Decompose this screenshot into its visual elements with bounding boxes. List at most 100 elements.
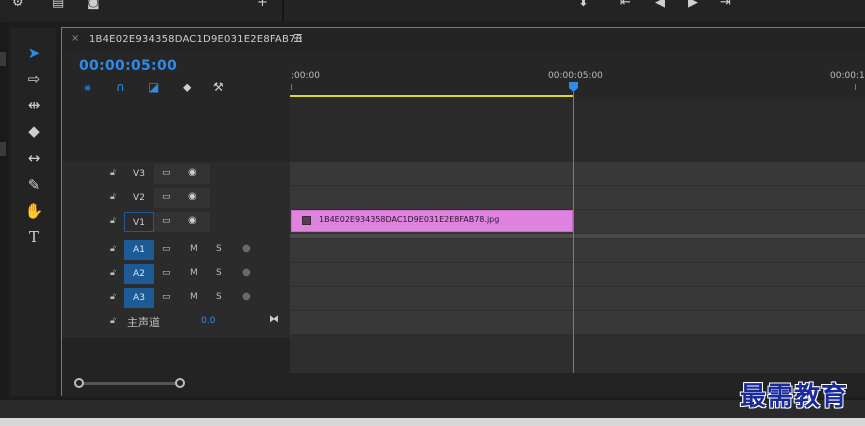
track-lane-a3[interactable] bbox=[290, 287, 865, 310]
master-volume-value[interactable]: 0.0 bbox=[201, 316, 215, 326]
linked-selection-icon[interactable]: ◪ bbox=[148, 80, 159, 94]
ruler-empty-area bbox=[290, 97, 865, 162]
add-marker-icon[interactable]: ⬥ bbox=[183, 80, 191, 95]
mute-button[interactable]: M bbox=[190, 268, 198, 278]
solo-button[interactable]: S bbox=[216, 292, 222, 302]
track-header-v3: 🔓︎ V3 ▭ ◉ bbox=[62, 162, 290, 186]
pen-tool-icon[interactable]: ✎ bbox=[22, 174, 46, 196]
solo-button[interactable]: S bbox=[216, 268, 222, 278]
timeline-header: 00:00:05:00 ⚹ ∩ ◪ ⬥ ⚒ bbox=[62, 52, 290, 162]
tools-panel: ➤ ⇨ ⇹ ◆ ↔ ✎ ✋ T bbox=[10, 28, 56, 396]
playhead-line[interactable] bbox=[573, 82, 574, 374]
microphone-icon[interactable]: ● bbox=[242, 267, 251, 278]
mute-button[interactable]: M bbox=[190, 244, 198, 254]
track-name[interactable]: A3 bbox=[124, 288, 154, 308]
lock-icon[interactable]: 🔓︎ bbox=[110, 216, 116, 226]
lock-icon[interactable]: 🔓︎ bbox=[110, 168, 116, 178]
microphone-icon[interactable]: ● bbox=[242, 291, 251, 302]
panel-edge-mark bbox=[0, 52, 6, 66]
track-lane-master[interactable] bbox=[290, 311, 865, 334]
time-ruler[interactable]: :00:00 00:00:05:00 00:00:1 bbox=[290, 52, 865, 162]
export-icon[interactable]: ▤ bbox=[52, 0, 64, 10]
track-header-v2: 🔓︎ V2 ▭ ◉ bbox=[62, 186, 290, 210]
timeline-tab-row: × 1B4E02E934358DAC1D9E031E2E8FAB78 ☰ bbox=[62, 28, 865, 52]
zoom-scrollbar[interactable] bbox=[78, 382, 184, 385]
track-header-master: 🔓︎ 主声道 0.0 ⧓ bbox=[62, 310, 290, 334]
toolbar-divider bbox=[282, 0, 284, 22]
solo-button[interactable]: S bbox=[216, 244, 222, 254]
footer-light-strip bbox=[0, 418, 865, 426]
sequence-tab[interactable]: 1B4E02E934358DAC1D9E031E2E8FAB78 bbox=[89, 34, 302, 45]
snap-icon[interactable]: ∩ bbox=[116, 80, 125, 94]
track-lane-a2[interactable] bbox=[290, 263, 865, 286]
type-tool-icon[interactable]: T bbox=[22, 226, 46, 248]
hand-tool-icon[interactable]: ✋ bbox=[22, 200, 46, 222]
zoom-handle-left[interactable] bbox=[74, 378, 84, 388]
track-header-v1: 🔓︎ V1 ▭ ◉ bbox=[62, 210, 290, 234]
track-area[interactable]: 1B4E02E934358DAC1D9E031E2E8FAB78.jpg bbox=[290, 162, 865, 376]
nest-icon[interactable]: ⚹ bbox=[84, 80, 91, 95]
step-back-icon[interactable]: ◀ bbox=[655, 0, 665, 10]
sync-lock-icon[interactable]: ▭ bbox=[162, 292, 171, 302]
ruler-tick-label: 00:00:05:00 bbox=[548, 71, 603, 81]
mute-button[interactable]: M bbox=[190, 292, 198, 302]
close-icon[interactable]: × bbox=[71, 33, 79, 44]
settings-icon[interactable]: ⚙ bbox=[12, 0, 24, 10]
ruler-tick-label: :00:00 bbox=[291, 71, 320, 81]
eye-icon[interactable]: ◉ bbox=[188, 167, 197, 178]
sync-lock-icon[interactable]: ▭ bbox=[162, 216, 171, 226]
track-header-a1: 🔓︎ A1 ▭ M S ● bbox=[62, 238, 290, 262]
sync-lock-icon[interactable]: ▭ bbox=[162, 268, 171, 278]
go-to-out-icon[interactable]: ⇥ bbox=[720, 0, 731, 10]
track-lane-v2[interactable] bbox=[290, 186, 865, 209]
watermark-logo: 最需教育 bbox=[740, 382, 849, 412]
track-name[interactable]: A1 bbox=[124, 240, 154, 260]
marker-icon[interactable]: ⬇ bbox=[578, 0, 589, 10]
track-name[interactable]: V1 bbox=[124, 212, 154, 232]
lock-icon[interactable]: 🔓︎ bbox=[110, 292, 116, 302]
add-icon[interactable]: + bbox=[257, 0, 268, 10]
sync-lock-icon[interactable]: ▭ bbox=[162, 192, 171, 202]
image-icon bbox=[302, 216, 311, 225]
eye-icon[interactable]: ◉ bbox=[188, 191, 197, 202]
track-header-a3: 🔓︎ A3 ▭ M S ● bbox=[62, 286, 290, 310]
track-name[interactable]: V3 bbox=[124, 164, 154, 184]
status-footer bbox=[0, 400, 865, 426]
video-audio-divider[interactable] bbox=[290, 234, 865, 238]
master-track-label: 主声道 bbox=[127, 316, 160, 329]
zoom-handle-right[interactable] bbox=[175, 378, 185, 388]
menu-icon[interactable]: ☰ bbox=[293, 32, 303, 45]
go-to-in-icon[interactable]: ⇤ bbox=[620, 0, 631, 10]
lock-icon[interactable]: 🔓︎ bbox=[110, 192, 116, 202]
track-name[interactable]: A2 bbox=[124, 264, 154, 284]
clip-name: 1B4E02E934358DAC1D9E031E2E8FAB78.jpg bbox=[319, 215, 500, 224]
lock-icon[interactable]: 🔓︎ bbox=[110, 244, 116, 254]
go-to-end-icon[interactable]: ⧓ bbox=[269, 314, 279, 325]
track-lane-a1[interactable] bbox=[290, 239, 865, 262]
video-clip[interactable]: 1B4E02E934358DAC1D9E031E2E8FAB78.jpg bbox=[291, 210, 573, 232]
wrench-icon[interactable]: ⚒ bbox=[213, 80, 224, 94]
lock-icon[interactable]: 🔓︎ bbox=[110, 316, 116, 326]
microphone-icon[interactable]: ● bbox=[242, 243, 251, 254]
ruler-tick bbox=[855, 84, 856, 90]
top-toolbar: ⚙ ▤ ◙ + ⬇ ⇤ ◀ ▶ ⇥ bbox=[0, 0, 865, 22]
track-name[interactable]: V2 bbox=[124, 188, 154, 208]
ruler-tick bbox=[291, 84, 292, 90]
selection-tool-icon[interactable]: ➤ bbox=[22, 42, 46, 64]
timeline-panel: × 1B4E02E934358DAC1D9E031E2E8FAB78 ☰ 00:… bbox=[61, 27, 865, 397]
left-panel-edge bbox=[0, 22, 8, 400]
slip-tool-icon[interactable]: ↔ bbox=[22, 147, 46, 169]
eye-icon[interactable]: ◉ bbox=[188, 215, 197, 226]
razor-tool-icon[interactable]: ◆ bbox=[22, 120, 46, 142]
track-lane-v3[interactable] bbox=[290, 162, 865, 185]
play-icon[interactable]: ▶ bbox=[688, 0, 698, 10]
ripple-edit-tool-icon[interactable]: ⇹ bbox=[22, 94, 46, 116]
playhead-timecode[interactable]: 00:00:05:00 bbox=[79, 58, 177, 74]
lock-icon[interactable]: 🔓︎ bbox=[110, 268, 116, 278]
sync-lock-icon[interactable]: ▭ bbox=[162, 168, 171, 178]
track-select-tool-icon[interactable]: ⇨ bbox=[22, 68, 46, 90]
sync-lock-icon[interactable]: ▭ bbox=[162, 244, 171, 254]
ruler-tick-label: 00:00:1 bbox=[830, 71, 865, 81]
track-headers: 🔓︎ V3 ▭ ◉ 🔓︎ V2 ▭ ◉ 🔓︎ V1 ▭ ◉ 🔓︎ A1 ▭ M … bbox=[62, 162, 290, 338]
camera-icon[interactable]: ◙ bbox=[87, 0, 100, 10]
